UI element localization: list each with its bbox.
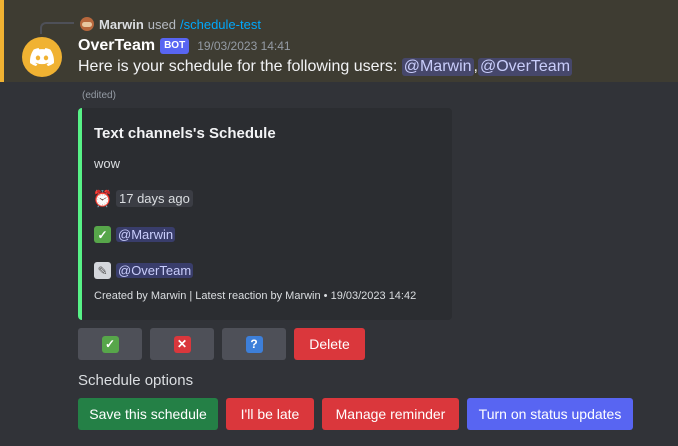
embed-time-field: ⏰ 17 days ago xyxy=(92,190,193,208)
bot-avatar[interactable] xyxy=(22,37,62,77)
check-box-icon: ✓ xyxy=(94,226,111,243)
late-button[interactable]: I'll be late xyxy=(226,398,314,430)
slash-command-link[interactable]: /schedule-test xyxy=(180,17,261,32)
status-updates-button[interactable]: Turn on status updates xyxy=(467,398,633,430)
save-schedule-button[interactable]: Save this schedule xyxy=(78,398,218,430)
reply-username[interactable]: Marwin xyxy=(99,17,144,32)
accepted-user-mention[interactable]: @Marwin xyxy=(116,227,176,242)
accept-button[interactable]: ✓ xyxy=(78,328,142,360)
maybe-user-mention[interactable]: @OverTeam xyxy=(116,263,194,278)
reply-connector-line xyxy=(40,22,74,34)
embed-accepted-field: ✓ @Marwin xyxy=(94,226,176,243)
message-content: Here is your schedule for the following … xyxy=(78,58,573,76)
embed-footer: Created by Marwin | Latest reaction by M… xyxy=(94,290,417,302)
schedule-options-label: Schedule options xyxy=(78,372,194,389)
message-header: OverTeam BOT 19/03/2023 14:41 xyxy=(78,37,291,55)
embed-maybe-field: ✎ @OverTeam xyxy=(94,262,194,279)
discord-logo-icon xyxy=(30,48,54,66)
user-avatar-small[interactable] xyxy=(80,17,94,31)
embed-description: wow xyxy=(94,156,121,171)
edited-label: (edited) xyxy=(82,90,116,101)
embed-title: Text channels's Schedule xyxy=(94,125,276,142)
alarm-clock-icon: ⏰ xyxy=(92,190,113,208)
x-icon: ✕ xyxy=(173,335,191,353)
message-timestamp[interactable]: 19/03/2023 14:41 xyxy=(197,39,290,53)
user-mention-overteam[interactable]: @OverTeam xyxy=(477,58,573,76)
decline-button[interactable]: ✕ xyxy=(150,328,214,360)
relative-time[interactable]: 17 days ago xyxy=(116,190,193,207)
bot-badge: BOT xyxy=(160,38,190,54)
bot-username[interactable]: OverTeam xyxy=(78,37,155,55)
check-icon: ✓ xyxy=(101,335,119,353)
message-text: Here is your schedule for the following … xyxy=(78,58,398,75)
user-mention-marwin[interactable]: @Marwin xyxy=(401,58,474,76)
reply-used-text: used xyxy=(147,16,176,32)
maybe-button[interactable]: ? xyxy=(222,328,286,360)
pencil-icon: ✎ xyxy=(94,262,111,279)
manage-reminder-button[interactable]: Manage reminder xyxy=(322,398,459,430)
command-reply-header[interactable]: Marwin used /schedule-test xyxy=(80,15,261,33)
delete-button[interactable]: Delete xyxy=(294,328,365,360)
question-icon: ? xyxy=(245,335,263,353)
mention-highlight-bar xyxy=(0,0,4,82)
schedule-embed: Text channels's Schedule wow ⏰ 17 days a… xyxy=(78,108,452,320)
